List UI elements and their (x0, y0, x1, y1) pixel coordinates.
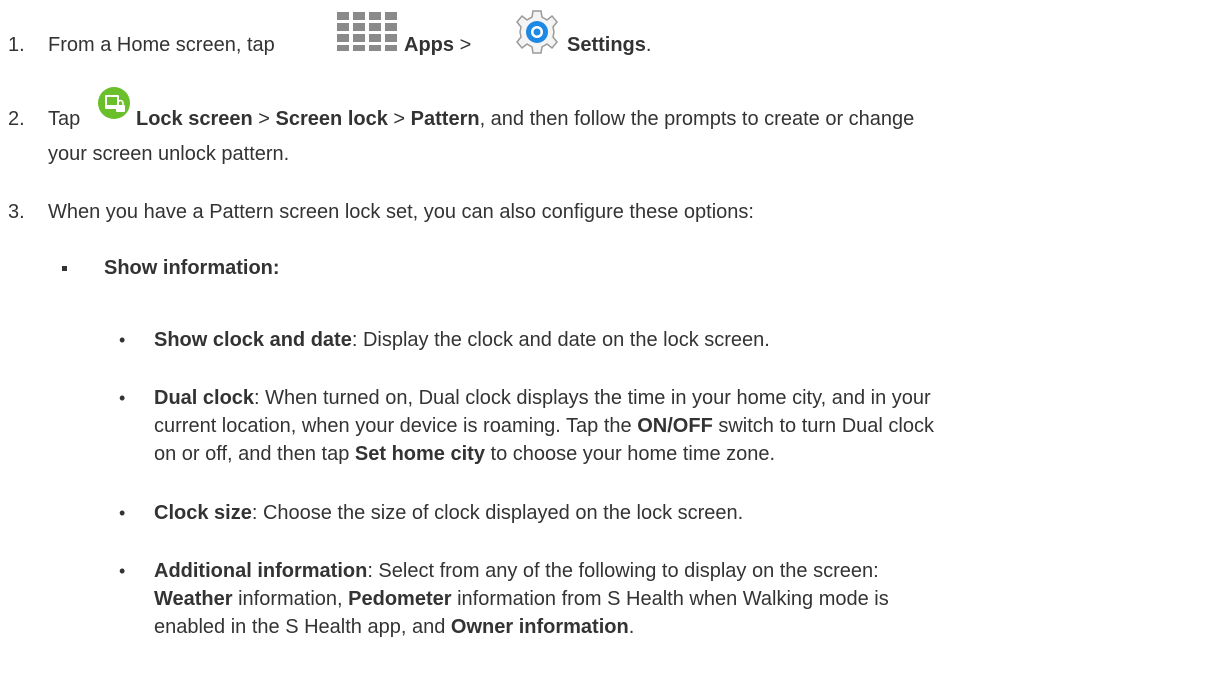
step-2-line2: your screen unlock pattern. (48, 143, 290, 165)
step-1-settings: Settings. (567, 34, 652, 56)
dot-bullet-icon: • (119, 503, 126, 523)
option-dual-clock-l2: current location, when your device is ro… (154, 415, 934, 437)
step-2-tap: Tap (48, 108, 81, 130)
option-dual-clock-l1: Dual clock: When turned on, Dual clock d… (154, 387, 931, 409)
option-additional-l1: Additional information: Select from any … (154, 560, 879, 582)
step-2-text: Lock screen > Screen lock > Pattern, and… (136, 108, 915, 130)
dot-bullet-icon: • (119, 388, 126, 408)
step-1-number: 1. (8, 34, 25, 56)
options-heading: Show information: (104, 257, 280, 279)
dot-bullet-icon: • (119, 561, 126, 581)
step-3-text: When you have a Pattern screen lock set,… (48, 201, 754, 223)
dot-bullet-icon: • (119, 330, 126, 350)
step-2-number: 2. (8, 108, 25, 130)
option-clock-size: Clock size: Choose the size of clock dis… (154, 502, 744, 524)
option-additional-l2: Weather information, Pedometer informati… (154, 588, 889, 610)
lock-screen-icon (98, 87, 130, 119)
settings-gear-icon (516, 10, 558, 54)
step-1-apps: Apps > (404, 34, 472, 56)
step-3-number: 3. (8, 201, 25, 223)
apps-grid-icon (337, 12, 397, 51)
square-bullet-icon (62, 266, 67, 271)
option-show-clock: Show clock and date: Display the clock a… (154, 329, 770, 351)
option-additional-l3: enabled in the S Health app, and Owner i… (154, 616, 635, 638)
step-1-text: From a Home screen, tap (48, 34, 275, 56)
option-dual-clock-l3: on or off, and then tap Set home city to… (154, 443, 776, 465)
